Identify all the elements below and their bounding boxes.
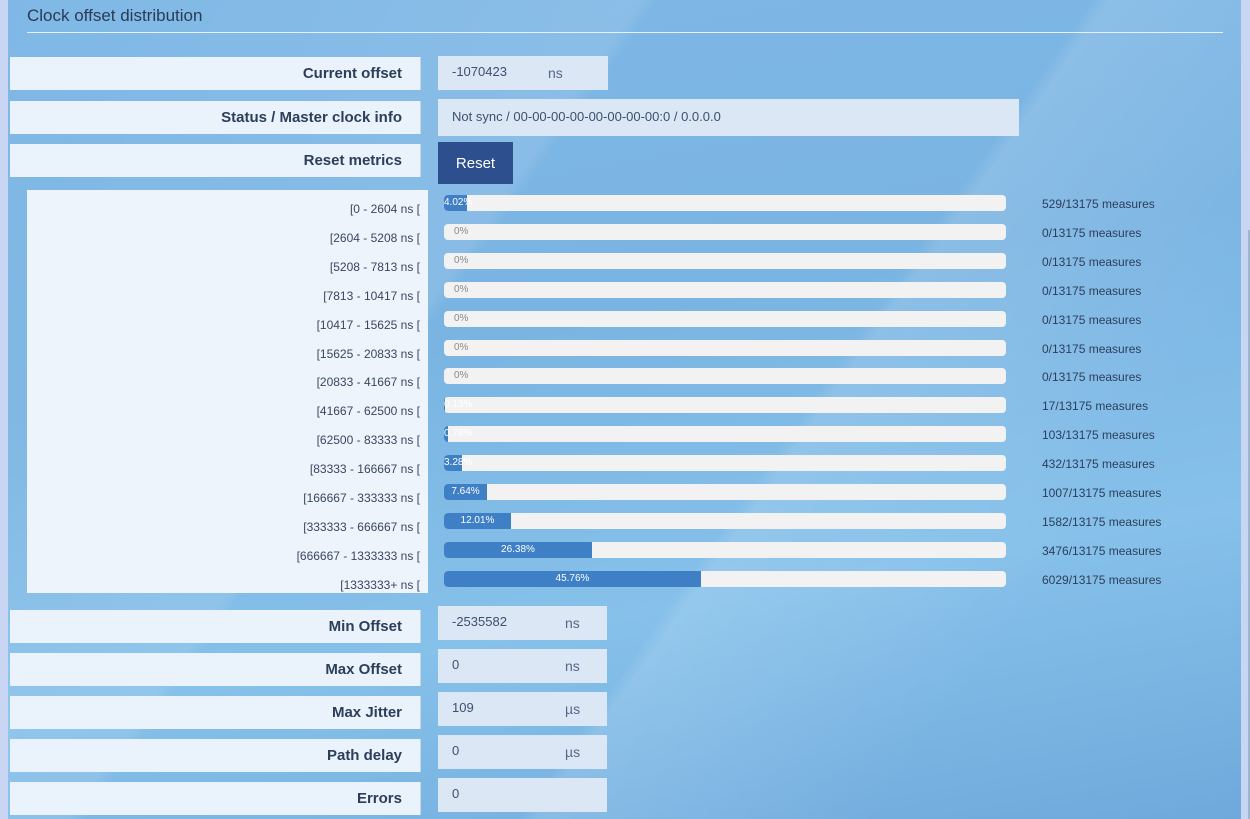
progress-bar: 3.28% (444, 455, 1006, 471)
bucket-range-label: [333333 - 666667 ns [ (303, 520, 420, 534)
bucket-range-label: [0 - 2604 ns [ (349, 202, 420, 216)
progress-bar: 0.13% (444, 397, 1006, 413)
progress-bar: 7.64% (444, 484, 1006, 500)
errors-label: Errors (10, 782, 421, 815)
measure-count: 0/13175 measures (1042, 284, 1142, 298)
max-offset-label: Max Offset (10, 653, 421, 686)
bucket-range-label: [10417 - 15625 ns [ (316, 318, 420, 332)
bucket-range-label: [666667 - 1333333 ns [ (296, 549, 420, 563)
errors-field: 0 (438, 778, 607, 812)
measure-count: 0/13175 measures (1042, 342, 1142, 356)
measure-count: 0/13175 measures (1042, 255, 1142, 269)
progress-percent-label: 0% (454, 226, 469, 237)
progress-percent-label: 3.28% (444, 457, 473, 468)
measure-count: 103/13175 measures (1042, 428, 1155, 442)
min-offset-value: -2535582 (452, 614, 507, 629)
measure-count: 0/13175 measures (1042, 370, 1142, 384)
progress-percent-label: 7.64% (451, 486, 480, 497)
measure-count: 1582/13175 measures (1042, 515, 1162, 529)
progress-percent-label: 12.01% (460, 515, 495, 526)
progress-percent-label: 0.78% (444, 428, 473, 439)
max-jitter-label: Max Jitter (10, 696, 421, 729)
title-divider (27, 32, 1223, 33)
bucket-range-label: [2604 - 5208 ns [ (329, 231, 420, 245)
measure-count: 0/13175 measures (1042, 226, 1142, 240)
measure-count: 1007/13175 measures (1042, 486, 1162, 500)
status-value: Not sync / 00-00-00-00-00-00-00-00:0 / 0… (452, 109, 721, 124)
progress-bar: 0% (444, 311, 1006, 327)
progress-bar: 0% (444, 253, 1006, 269)
bucket-range-label: [166667 - 333333 ns [ (303, 491, 420, 505)
max-jitter-value: 109 (452, 700, 474, 715)
progress-percent-label: 0.13% (444, 399, 473, 410)
path-delay-unit: µs (565, 744, 581, 760)
path-delay-label: Path delay (10, 739, 421, 772)
measure-count: 3476/13175 measures (1042, 544, 1162, 558)
current-offset-unit: ns (548, 65, 563, 81)
progress-bar: 4.02% (444, 195, 1006, 211)
progress-percent-label: 0% (454, 370, 469, 381)
progress-percent-label: 26.38% (501, 544, 535, 555)
progress-bar: 0.78% (444, 426, 1006, 442)
progress-bar: 12.01% (444, 513, 1006, 529)
errors-value: 0 (452, 786, 460, 801)
progress-bar: 45.76% (444, 571, 1006, 587)
progress-bar: 0% (444, 340, 1006, 356)
progress-bar: 0% (444, 224, 1006, 240)
status-field: Not sync / 00-00-00-00-00-00-00-00:0 / 0… (438, 99, 1019, 136)
max-jitter-unit: µs (565, 701, 581, 717)
progress-percent-label: 0% (454, 255, 469, 266)
progress-bar: 0% (444, 368, 1006, 384)
current-offset-value: -1070423 (452, 64, 507, 79)
measure-count: 0/13175 measures (1042, 313, 1142, 327)
current-offset-field: -1070423 ns (438, 56, 608, 90)
section-title: Clock offset distribution (27, 6, 203, 25)
bucket-range-label: [83333 - 166667 ns [ (309, 462, 420, 476)
bucket-range-label: [1333333+ ns [ (340, 578, 420, 592)
bucket-range-label: [20833 - 41667 ns [ (316, 375, 420, 389)
bucket-range-label: [41667 - 62500 ns [ (316, 404, 420, 418)
reset-metrics-label: Reset metrics (10, 144, 421, 177)
max-offset-unit: ns (565, 658, 580, 674)
progress-percent-label: 0% (454, 284, 469, 295)
progress-percent-label: 0% (454, 342, 469, 353)
status-label: Status / Master clock info (10, 101, 421, 134)
max-offset-field: 0 ns (438, 649, 607, 683)
bucket-range-label: [62500 - 83333 ns [ (316, 433, 420, 447)
max-offset-value: 0 (452, 657, 460, 672)
measure-count: 432/13175 measures (1042, 457, 1155, 471)
progress-percent-label: 45.76% (555, 573, 590, 584)
reset-button[interactable]: Reset (438, 142, 513, 184)
path-delay-field: 0 µs (438, 735, 607, 769)
bucket-range-label: [15625 - 20833 ns [ (316, 347, 420, 361)
progress-percent-label: 0% (454, 313, 469, 324)
measure-count: 6029/13175 measures (1042, 573, 1162, 587)
min-offset-unit: ns (565, 615, 580, 631)
progress-bar: 26.38% (444, 542, 1006, 558)
max-jitter-field: 109 µs (438, 692, 607, 726)
bucket-range-label: [7813 - 10417 ns [ (323, 289, 420, 303)
bucket-range-label: [5208 - 7813 ns [ (329, 260, 420, 274)
current-offset-label: Current offset (10, 57, 421, 90)
measure-count: 17/13175 measures (1042, 399, 1149, 413)
min-offset-label: Min Offset (10, 610, 421, 643)
progress-percent-label: 4.02% (444, 197, 473, 208)
measure-count: 529/13175 measures (1042, 197, 1155, 211)
progress-bar: 0% (444, 282, 1006, 298)
path-delay-value: 0 (452, 743, 460, 758)
min-offset-field: -2535582 ns (438, 606, 607, 640)
